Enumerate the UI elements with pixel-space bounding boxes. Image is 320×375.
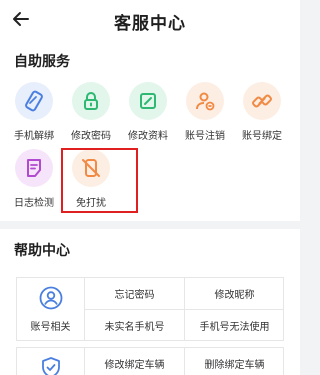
service-label: 日志检测 xyxy=(14,198,54,209)
help-center-section: 帮助中心 账号相关 忘记密码 修改昵称 未实名手机号 手机号无法使用 修改绑定车… xyxy=(0,229,300,375)
category-account[interactable]: 账号相关 xyxy=(17,278,85,340)
lock-icon xyxy=(72,82,110,120)
service-item-change-password[interactable]: 修改密码 xyxy=(63,82,119,146)
service-item-do-not-disturb[interactable]: 免打扰 xyxy=(63,149,119,213)
service-label: 修改资料 xyxy=(128,131,168,142)
question-delete-vehicle[interactable]: 删除绑定车辆 xyxy=(185,348,284,375)
shield-icon xyxy=(42,357,60,375)
user-icon xyxy=(39,286,63,310)
service-label: 账号注销 xyxy=(185,131,225,142)
question-unverified-phone[interactable]: 未实名手机号 xyxy=(85,310,184,341)
service-item-account-cancel[interactable]: 账号注销 xyxy=(177,82,233,146)
service-item-edit-profile[interactable]: 修改资料 xyxy=(120,82,176,146)
category-vehicle[interactable] xyxy=(17,348,85,375)
service-label: 免打扰 xyxy=(76,198,106,209)
log-document-icon xyxy=(15,149,53,187)
link-icon xyxy=(243,82,281,120)
edit-profile-icon xyxy=(129,82,167,120)
category-label: 账号相关 xyxy=(30,322,71,333)
service-label: 修改密码 xyxy=(71,131,111,142)
page-title: 客服中心 xyxy=(114,14,186,34)
service-item-phone-unbind[interactable]: 手机解绑 xyxy=(6,82,62,146)
help-category-account: 账号相关 忘记密码 修改昵称 未实名手机号 手机号无法使用 xyxy=(16,277,284,341)
question-modify-vehicle[interactable]: 修改绑定车辆 xyxy=(85,348,184,375)
service-label: 账号绑定 xyxy=(242,131,282,142)
section-title: 自助服务 xyxy=(14,54,70,70)
section-title: 帮助中心 xyxy=(14,243,70,259)
self-service-section: 自助服务 手机解绑 修改密码 修改资料 账号注销 账号绑定 日志检测 免打扰 xyxy=(0,40,300,221)
service-label: 手机解绑 xyxy=(14,131,54,142)
do-not-disturb-icon xyxy=(72,149,110,187)
question-phone-unusable[interactable]: 手机号无法使用 xyxy=(185,310,284,341)
service-item-log-check[interactable]: 日志检测 xyxy=(6,149,62,213)
question-change-nickname[interactable]: 修改昵称 xyxy=(185,278,284,309)
account-cancel-icon xyxy=(186,82,224,120)
question-forgot-password[interactable]: 忘记密码 xyxy=(85,278,184,309)
top-bar: 客服中心 xyxy=(0,0,300,40)
help-category-vehicle: 修改绑定车辆 删除绑定车辆 xyxy=(16,347,284,375)
phone-unbind-icon xyxy=(15,82,53,120)
service-item-account-bind[interactable]: 账号绑定 xyxy=(234,82,290,146)
